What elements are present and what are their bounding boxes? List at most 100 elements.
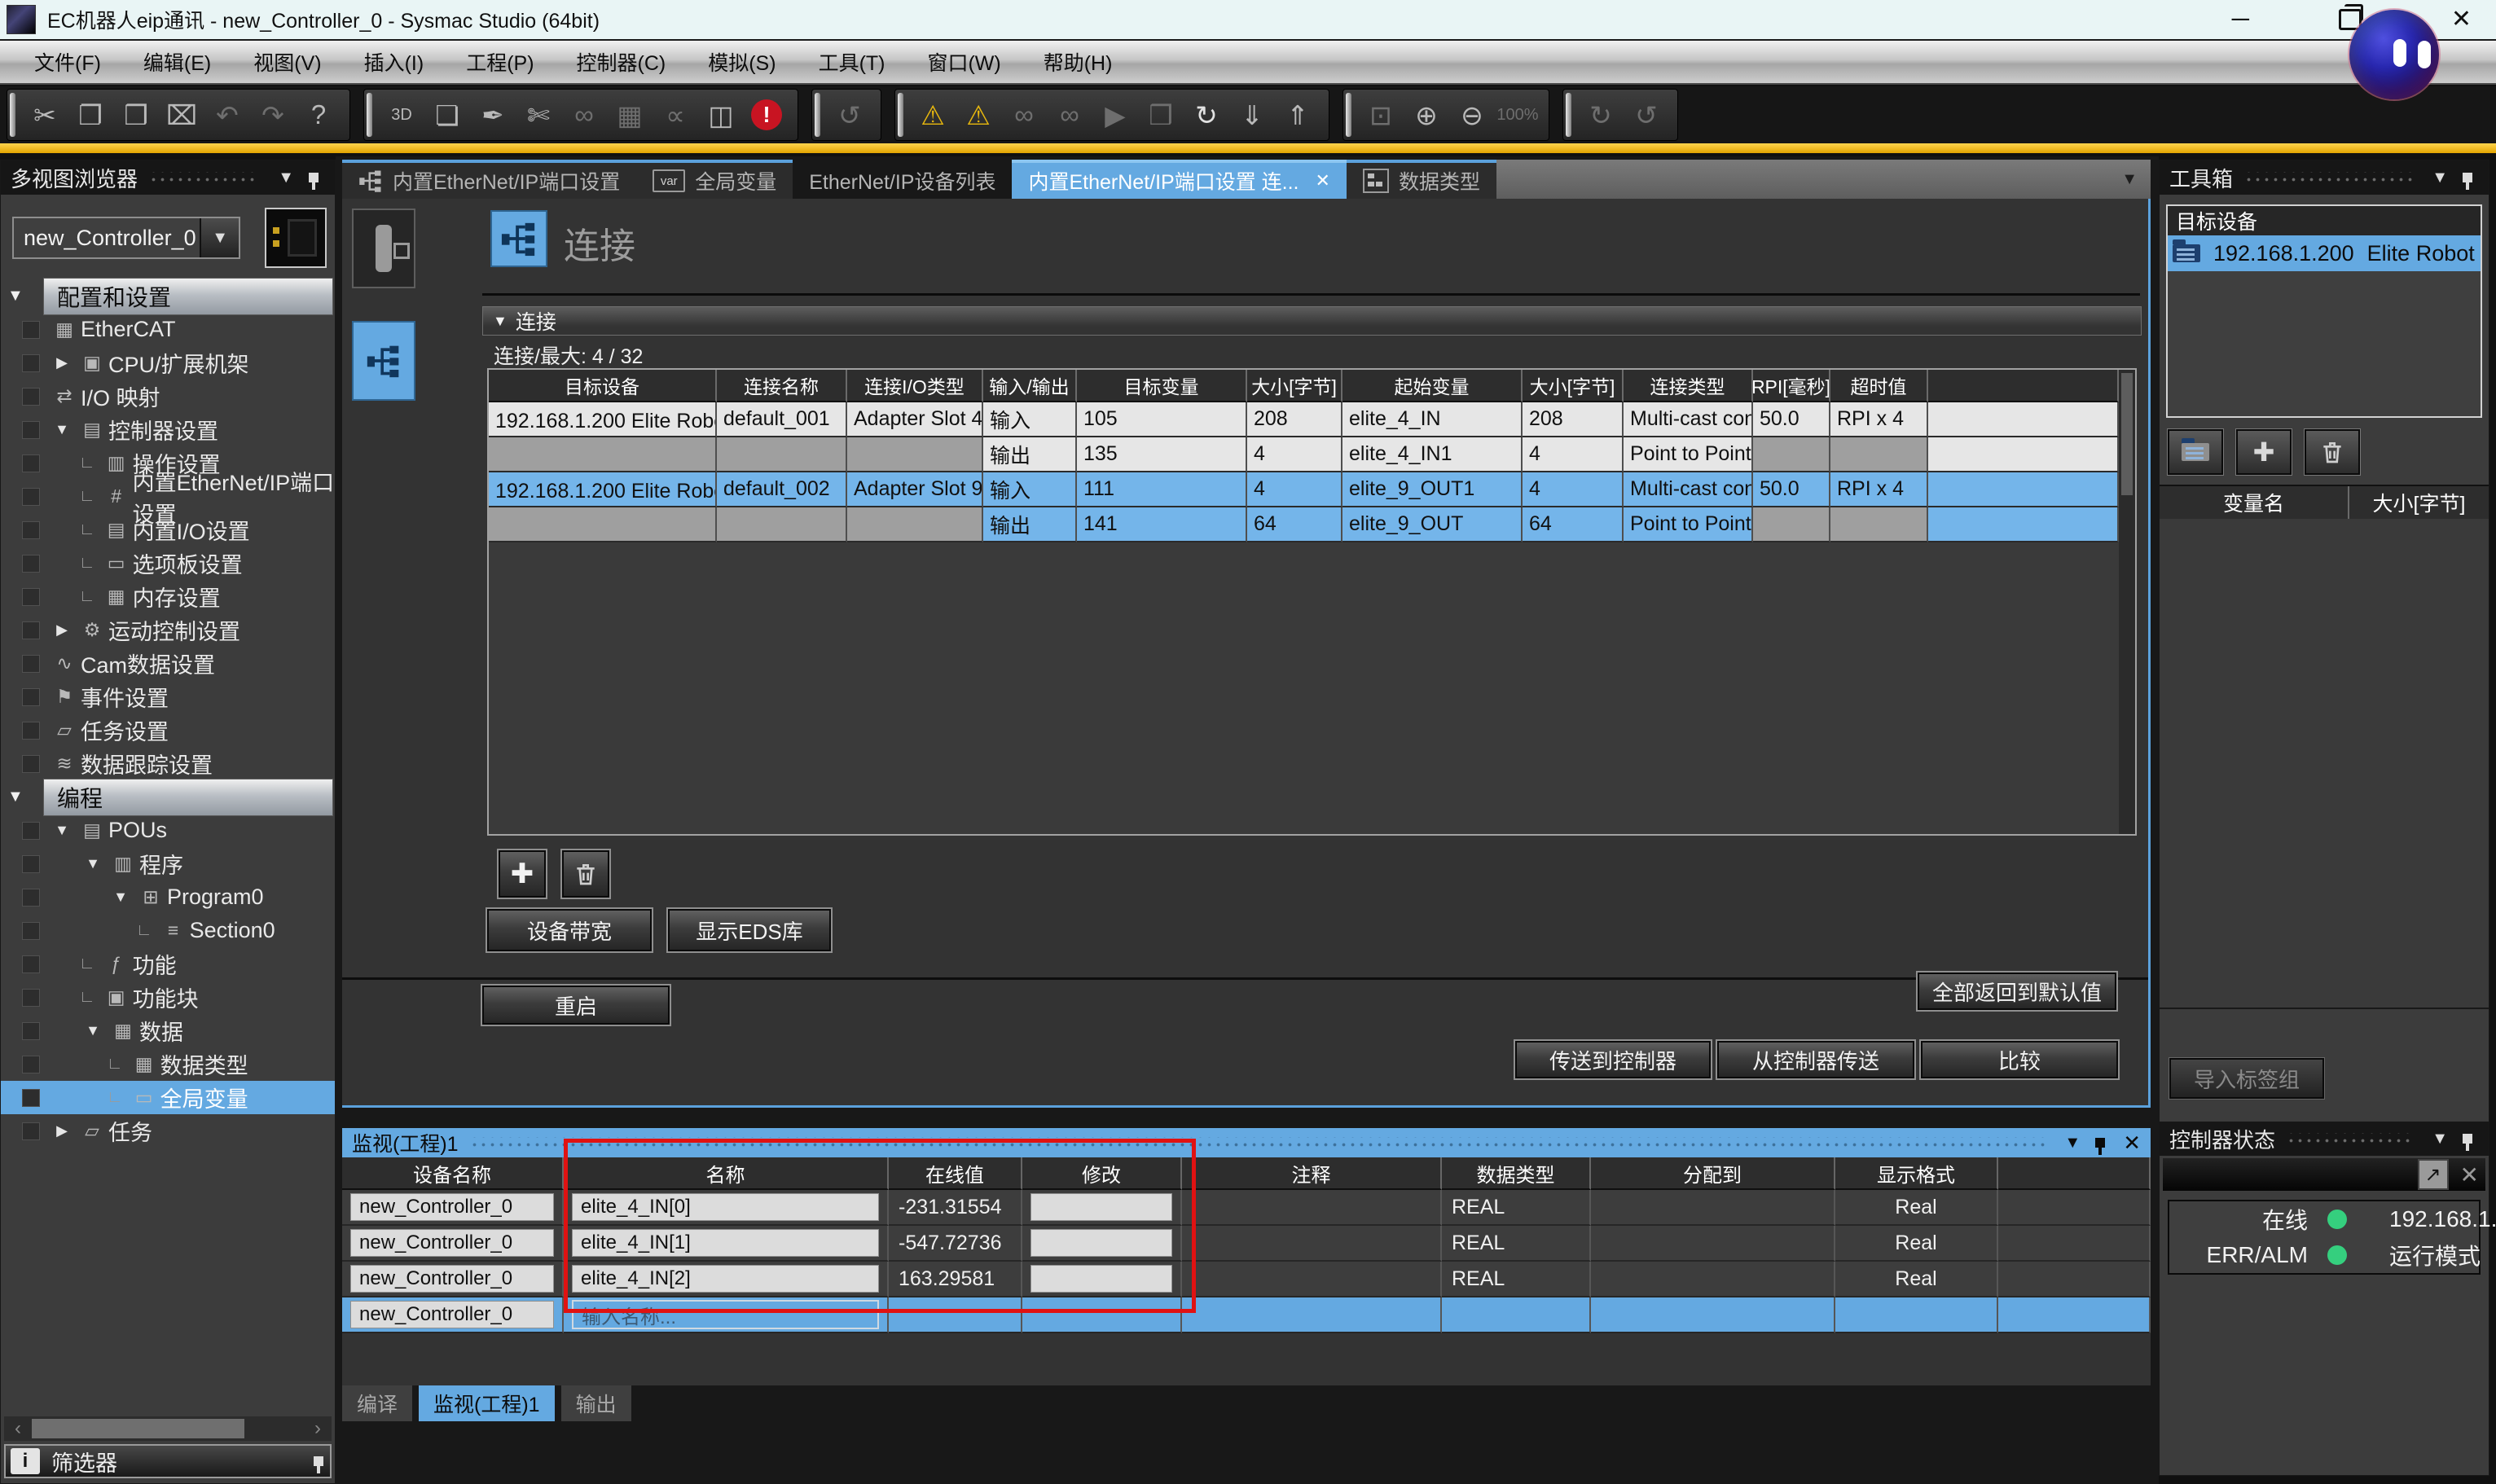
chevron-down-icon[interactable]: ▼: [278, 169, 294, 187]
tab-global-variables[interactable]: var 全局变量: [636, 160, 793, 199]
tree-item-controller-settings[interactable]: ▼▤控制器设置: [1, 413, 335, 446]
cell-modify-value[interactable]: [1022, 1262, 1182, 1297]
tree-item-builtin-ethernet-ip[interactable]: #内置EtherNet/IP端口设置: [1, 480, 335, 513]
cell-size[interactable]: 208: [1247, 402, 1342, 437]
cell-device-name[interactable]: new_Controller_0: [342, 1190, 564, 1226]
menu-project[interactable]: 工程(P): [445, 47, 555, 77]
undo-icon[interactable]: ↶: [204, 92, 250, 138]
delete-device-button[interactable]: [2305, 429, 2360, 475]
cell-direction[interactable]: 输入: [983, 402, 1077, 437]
search-binoculars-icon[interactable]: ◫: [698, 92, 744, 138]
cell-rpi[interactable]: [1753, 507, 1830, 542]
stop-monitor-icon[interactable]: ∞: [1047, 92, 1092, 138]
cell-target-variable[interactable]: 141: [1077, 507, 1247, 542]
cell-size2[interactable]: 64: [1523, 507, 1624, 542]
cell-comment[interactable]: [1182, 1190, 1442, 1226]
menu-edit[interactable]: 编辑(E): [122, 47, 232, 77]
rebuild-icon[interactable]: ✄: [516, 92, 561, 138]
register-device-button[interactable]: [2168, 429, 2223, 475]
device-view-button[interactable]: [352, 209, 415, 288]
sync-icon[interactable]: ↺: [827, 92, 872, 138]
tab-list-dropdown-icon[interactable]: ▼: [2121, 170, 2138, 189]
jump-forward-icon[interactable]: ↻: [1578, 92, 1624, 138]
tree-item-global-variables[interactable]: ▭全局变量: [1, 1081, 335, 1114]
cell-io-type[interactable]: [847, 437, 983, 472]
tree-item-programs[interactable]: ▼▥程序: [1, 847, 335, 880]
cell-target-variable[interactable]: 105: [1077, 402, 1247, 437]
tab-output[interactable]: 输出: [561, 1385, 631, 1421]
cell-variable-name[interactable]: elite_4_IN[2]: [564, 1262, 889, 1297]
chevron-down-icon[interactable]: ▼: [2064, 1134, 2081, 1153]
variable-table-body[interactable]: [2160, 519, 2489, 1009]
tab-builtin-ethernet-ip-settings[interactable]: 内置EtherNet/IP端口设置: [342, 160, 636, 199]
close-icon[interactable]: ✕: [2460, 1161, 2479, 1188]
tree-item-ethercat[interactable]: ▦EtherCAT: [1, 313, 335, 346]
tree-item-event-settings[interactable]: ⚑事件设置: [1, 680, 335, 713]
transfer-to-controller-button[interactable]: 传送到控制器: [1515, 1041, 1711, 1078]
go-online-icon[interactable]: ⚠: [910, 92, 956, 138]
table-vertical-scrollbar[interactable]: [2119, 370, 2135, 834]
cell-size[interactable]: 4: [1247, 472, 1342, 507]
cell-connection-name[interactable]: [717, 507, 847, 542]
tree-item-data[interactable]: ▼▦数据: [1, 1014, 335, 1047]
zoom-in-icon[interactable]: ⊕: [1404, 92, 1449, 138]
fit-zoom-icon[interactable]: ⊡: [1358, 92, 1404, 138]
cell-display-format[interactable]: Real: [1835, 1190, 1998, 1226]
controller-select[interactable]: new_Controller_0 ▼: [12, 217, 240, 259]
scrollbar-thumb[interactable]: [32, 1419, 244, 1438]
redo-icon[interactable]: ↷: [250, 92, 296, 138]
close-button[interactable]: ✕: [2451, 7, 2472, 32]
go-offline-icon[interactable]: ⚠: [956, 92, 1001, 138]
minimize-button[interactable]: ─: [2232, 7, 2249, 32]
export-icon[interactable]: ❏: [424, 92, 470, 138]
sidebar-horizontal-scrollbar[interactable]: ‹ ›: [4, 1416, 332, 1441]
cell-device-name[interactable]: new_Controller_0: [342, 1297, 564, 1333]
menu-controller[interactable]: 控制器(C): [556, 47, 688, 77]
tree-item-option-board[interactable]: ▭选项板设置: [1, 547, 335, 580]
reset-controller-icon[interactable]: ↻: [1184, 92, 1229, 138]
abort-icon[interactable]: !: [744, 92, 789, 138]
scroll-right-icon[interactable]: ›: [304, 1417, 332, 1440]
cell-rpi[interactable]: 50.0: [1753, 472, 1830, 507]
chevron-down-icon[interactable]: ▼: [200, 218, 239, 257]
tree-item-data-trace[interactable]: ≋数据跟踪设置: [1, 747, 335, 780]
menu-tools[interactable]: 工具(T): [798, 47, 907, 77]
tree-item-memory-settings[interactable]: ▦内存设置: [1, 580, 335, 613]
build-icon[interactable]: ✒: [470, 92, 516, 138]
pin-icon[interactable]: [309, 173, 319, 182]
tab-ethernet-ip-connection-active[interactable]: 内置EtherNet/IP端口设置 连... ✕: [1012, 160, 1346, 199]
cell-direction[interactable]: 输出: [983, 507, 1077, 542]
tree-item-pous[interactable]: ▼▤POUs: [1, 814, 335, 847]
copy-icon[interactable]: ❐: [68, 92, 113, 138]
tree-item-section0[interactable]: ≡Section0: [1, 914, 335, 947]
cell-timeout[interactable]: [1830, 507, 1928, 542]
tree-item-tasks[interactable]: ▶▱任务: [1, 1114, 335, 1148]
pin-icon[interactable]: [314, 1456, 323, 1466]
cell-size[interactable]: 4: [1247, 437, 1342, 472]
cell-rpi[interactable]: 50.0: [1753, 402, 1830, 437]
menu-file[interactable]: 文件(F): [13, 47, 122, 77]
cell-timeout[interactable]: RPI x 4: [1830, 402, 1928, 437]
cut-icon[interactable]: ✂: [22, 92, 68, 138]
cell-target-variable[interactable]: 135: [1077, 437, 1247, 472]
cell-connection-name[interactable]: [717, 437, 847, 472]
zoom-100-icon[interactable]: 100%: [1495, 92, 1540, 138]
cell-connection-name[interactable]: default_002: [717, 472, 847, 507]
transfer-to-controller-icon[interactable]: ⇓: [1229, 92, 1275, 138]
filter-bar[interactable]: i 筛选器: [4, 1444, 332, 1478]
cell-connection-name[interactable]: default_001: [717, 402, 847, 437]
chevron-down-icon[interactable]: ▼: [2432, 169, 2448, 187]
cell-variable-name[interactable]: elite_4_IN[0]: [564, 1190, 889, 1226]
collapse-icon[interactable]: ▼: [493, 313, 508, 330]
jump-back-icon[interactable]: ↺: [1624, 92, 1669, 138]
run-mode-icon[interactable]: ▶: [1092, 92, 1138, 138]
transfer-from-controller-icon[interactable]: ⇑: [1275, 92, 1321, 138]
cell-device-name[interactable]: new_Controller_0: [342, 1226, 564, 1262]
cell-direction[interactable]: 输入: [983, 472, 1077, 507]
connection-section-header[interactable]: ▼ 连接: [482, 306, 2142, 336]
cell-connection-type[interactable]: Multi-cast conn: [1624, 402, 1753, 437]
close-tab-icon[interactable]: ✕: [1316, 170, 1330, 191]
tree-item-cpu-rack[interactable]: ▶▣CPU/扩展机架: [1, 346, 335, 380]
cell-size2[interactable]: 4: [1523, 472, 1624, 507]
cell-io-type[interactable]: [847, 507, 983, 542]
